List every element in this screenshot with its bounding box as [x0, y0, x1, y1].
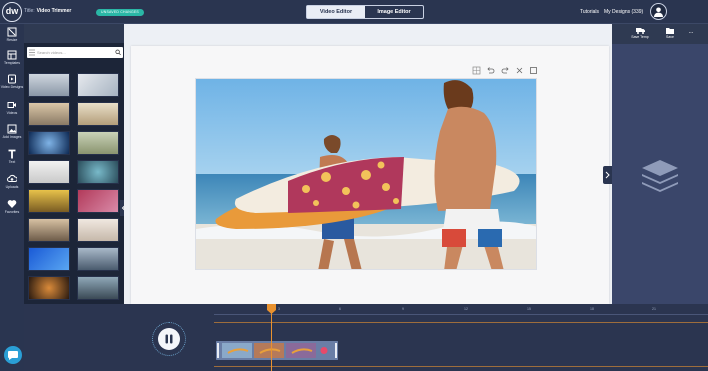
video-clip[interactable] — [216, 341, 338, 360]
rail-label: Templates — [4, 61, 20, 65]
chat-icon — [8, 351, 18, 360]
layers-icon — [642, 160, 678, 192]
editor-switcher: Video Editor Image Editor — [306, 5, 424, 19]
user-icon[interactable] — [650, 3, 667, 20]
save-button[interactable]: Save — [662, 27, 678, 39]
video-thumbnail[interactable] — [28, 102, 70, 126]
close-icon[interactable] — [515, 66, 524, 75]
video-thumbnail[interactable] — [28, 189, 70, 213]
text-icon — [8, 149, 16, 159]
video-thumbnail[interactable] — [28, 131, 70, 155]
chat-button[interactable] — [4, 346, 22, 364]
rail-text[interactable]: Text — [0, 149, 24, 164]
templates-icon — [7, 50, 17, 60]
video-designs-icon — [8, 74, 16, 84]
tick-label: 15 — [527, 307, 531, 311]
heart-icon — [7, 200, 17, 208]
save-temp-button[interactable]: Save Temp — [630, 27, 650, 39]
tick-label: 21 — [652, 307, 656, 311]
unsaved-badge: UNSAVED CHANGES — [96, 9, 144, 16]
search-input[interactable]: Search videos... — [37, 50, 66, 55]
rail-videos[interactable]: Videos — [0, 100, 24, 115]
tick-label: 6 — [339, 307, 341, 311]
rail-label: Resize — [6, 38, 18, 42]
tick-label: 9 — [402, 307, 404, 311]
clip-frames — [216, 341, 338, 360]
tutorials-link[interactable]: Tutorials — [580, 9, 599, 15]
rail-favorites[interactable]: Favorites — [0, 199, 24, 214]
tick-label: 18 — [590, 307, 594, 311]
video-thumbnail[interactable] — [28, 218, 70, 242]
search-bar[interactable]: Search videos... — [27, 47, 123, 58]
rail-templates[interactable]: Templates — [0, 50, 24, 65]
video-thumbnail[interactable] — [77, 276, 119, 300]
filter-icon[interactable] — [29, 49, 35, 56]
add-images-icon — [7, 124, 17, 134]
grid-icon[interactable] — [472, 66, 481, 75]
video-thumbnail[interactable] — [77, 131, 119, 155]
video-thumbnail[interactable] — [77, 73, 119, 97]
track-line — [214, 322, 708, 323]
track-line — [214, 366, 708, 367]
play-button[interactable] — [158, 328, 180, 350]
save-label: Save — [666, 35, 674, 39]
video-thumbnail[interactable] — [28, 160, 70, 184]
video-thumbnail[interactable] — [28, 276, 70, 300]
resize-icon — [7, 27, 17, 37]
layers-panel-toggle[interactable] — [603, 166, 612, 184]
video-thumbnail[interactable] — [77, 218, 119, 242]
surfers-image — [196, 79, 536, 269]
undo-icon[interactable] — [486, 66, 495, 75]
playhead[interactable] — [271, 304, 272, 371]
videos-icon — [7, 102, 16, 108]
search-icon[interactable] — [115, 49, 121, 56]
logo[interactable]: dw — [2, 2, 22, 22]
timeline-ruler[interactable] — [214, 304, 708, 315]
uploads-icon — [7, 174, 17, 182]
canvas-video[interactable] — [195, 78, 537, 270]
title-label: Title: Video Trimmer — [24, 8, 71, 14]
rail-label: Text — [8, 160, 16, 164]
expand-icon[interactable] — [529, 66, 538, 75]
my-designs-link[interactable]: My Designs (339) — [604, 9, 643, 15]
rail-resize[interactable]: Resize — [0, 27, 24, 42]
layers-panel — [612, 44, 708, 304]
tick-label: 12 — [464, 307, 468, 311]
video-thumbnail[interactable] — [28, 73, 70, 97]
video-thumbnail[interactable] — [77, 160, 119, 184]
rail-video-designs[interactable]: Video Designs — [0, 74, 24, 89]
rail-uploads[interactable]: Uploads — [0, 174, 24, 189]
video-thumbnail[interactable] — [28, 247, 70, 271]
save-temp-label: Save Temp — [631, 35, 649, 39]
pause-icon — [165, 334, 173, 344]
rail-label: Uploads — [5, 185, 19, 189]
tab-video-editor[interactable]: Video Editor — [307, 6, 365, 18]
rail-label: Favorites — [4, 210, 20, 214]
tick-label: 3 — [278, 307, 280, 311]
rail-add-images[interactable]: Add Images — [0, 124, 24, 139]
rail-label: Video Designs — [0, 85, 24, 89]
tab-image-editor[interactable]: Image Editor — [365, 6, 423, 18]
more-button[interactable]: ... — [686, 29, 696, 35]
chevron-right-icon — [605, 171, 610, 179]
folder-icon — [666, 28, 674, 34]
rail-label: Add Images — [2, 135, 22, 139]
truck-icon — [635, 28, 645, 34]
redo-icon[interactable] — [501, 66, 510, 75]
video-thumbnail[interactable] — [77, 102, 119, 126]
design-title[interactable]: Video Trimmer — [37, 8, 72, 14]
title-prefix: Title: — [24, 8, 35, 14]
rail-label: Videos — [6, 111, 18, 115]
video-thumbnail[interactable] — [77, 189, 119, 213]
video-thumbnail[interactable] — [77, 247, 119, 271]
